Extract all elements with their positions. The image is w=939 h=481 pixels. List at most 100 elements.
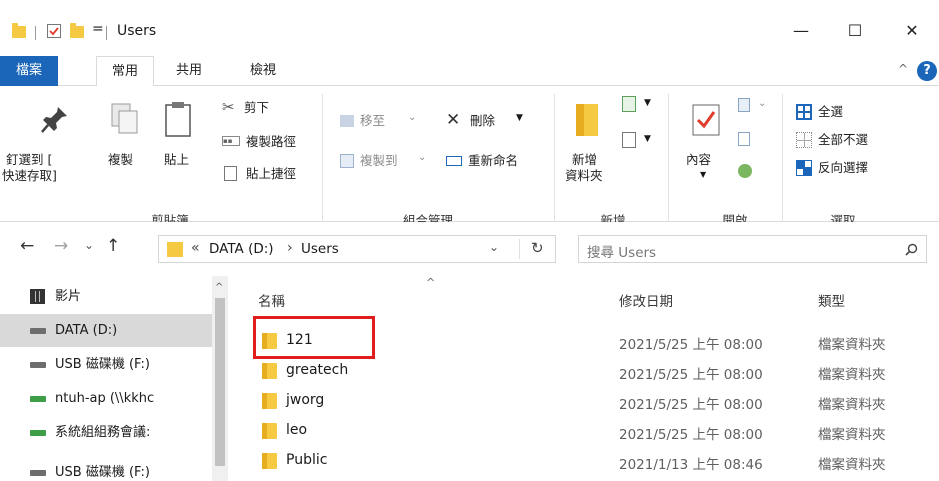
- file-date: 2021/5/25 上午 08:00: [619, 397, 763, 413]
- title-bar: = Users — ☐ ✕: [0, 0, 939, 56]
- new-folder-qat-icon[interactable]: [70, 23, 84, 38]
- nav-scrollbar[interactable]: ^: [212, 276, 228, 481]
- edit-button[interactable]: [738, 132, 768, 154]
- folder-shade: [576, 104, 584, 136]
- scrollbar-thumb[interactable]: [215, 298, 225, 466]
- paste-shortcut-label: 貼上捷徑: [246, 166, 297, 181]
- maximize-button[interactable]: ☐: [832, 16, 878, 46]
- file-type: 檔案資料夾: [818, 427, 886, 443]
- delete-button[interactable]: ✕ 刪除 ▼: [446, 110, 536, 134]
- search-icon[interactable]: [905, 243, 918, 256]
- nav-item-network-drive[interactable]: ntuh-ap (\\kkhc: [0, 382, 212, 415]
- select-none-button[interactable]: 全部不選: [796, 130, 906, 152]
- breadcrumb-users[interactable]: Users: [301, 241, 339, 257]
- select-all-button[interactable]: 全選: [796, 102, 896, 124]
- nav-item-videos[interactable]: 影片: [0, 280, 212, 313]
- tab-home[interactable]: 常用: [96, 56, 154, 87]
- search-placeholder: 搜尋 Users: [587, 245, 657, 261]
- divider: [668, 94, 669, 222]
- help-icon[interactable]: ?: [917, 61, 937, 81]
- copy-button[interactable]: 複製: [104, 86, 150, 204]
- address-bar[interactable]: « DATA (D:) › Users ⌄ ↻: [158, 235, 556, 263]
- file-date: 2021/1/13 上午 08:46: [619, 457, 763, 473]
- open-button[interactable]: ⌄: [738, 98, 778, 120]
- copy-path-label: 複製路徑: [246, 134, 297, 149]
- properties-button[interactable]: 內容 ▼: [676, 86, 736, 204]
- new-folder-button[interactable]: 新增 資料夾: [560, 86, 620, 204]
- address-dropdown-icon[interactable]: ⌄: [489, 240, 499, 254]
- recent-locations-chevron-icon[interactable]: ⌄: [84, 238, 94, 252]
- paste-shortcut-button[interactable]: 貼上捷徑: [220, 164, 320, 186]
- path-overflow[interactable]: «: [191, 240, 200, 256]
- refresh-icon[interactable]: ↻: [531, 239, 544, 257]
- select-none-icon: [796, 132, 812, 148]
- delete-x-icon: ✕: [446, 110, 461, 130]
- copy-to-button[interactable]: 複製到 ⌄: [340, 152, 430, 174]
- pin-label-line2: 快速存取]: [2, 168, 57, 183]
- cut-button[interactable]: ✂ 剪下: [220, 98, 310, 120]
- up-arrow-icon[interactable]: ↑: [106, 236, 120, 256]
- paste-shortcut-icon: [224, 166, 237, 181]
- scroll-up-icon[interactable]: ^: [215, 282, 223, 293]
- table-row[interactable]: greatech 2021/5/25 上午 08:00 檔案資料夾: [228, 356, 939, 386]
- properties-label: 內容: [686, 152, 712, 167]
- breadcrumb-chevron[interactable]: ›: [287, 240, 293, 256]
- folder-icon: [167, 242, 183, 257]
- table-row[interactable]: jworg 2021/5/25 上午 08:00 檔案資料夾: [228, 386, 939, 416]
- nav-item-network-share[interactable]: 系統組組務會議:: [0, 416, 212, 449]
- close-button[interactable]: ✕: [889, 16, 935, 46]
- copy-path-icon: ▪▪: [222, 136, 240, 146]
- nav-item-usb-drive-2[interactable]: USB 磁碟機 (F:): [0, 456, 212, 481]
- back-arrow-icon[interactable]: ←: [20, 236, 34, 256]
- search-input[interactable]: 搜尋 Users: [578, 235, 927, 263]
- divider: [106, 26, 107, 40]
- tab-view[interactable]: 檢視: [238, 56, 288, 86]
- table-row[interactable]: leo 2021/5/25 上午 08:00 檔案資料夾: [228, 416, 939, 446]
- easy-access-icon: [622, 132, 636, 148]
- history-button[interactable]: [738, 164, 768, 186]
- nav-item-data-drive[interactable]: DATA (D:): [0, 314, 212, 347]
- paste-button[interactable]: 貼上: [154, 86, 200, 204]
- file-date: 2021/5/25 上午 08:00: [619, 337, 763, 353]
- copy-to-icon: [340, 154, 354, 168]
- invert-selection-label: 反向選擇: [818, 160, 869, 175]
- table-row[interactable]: Public 2021/1/13 上午 08:46 檔案資料夾: [228, 446, 939, 476]
- tab-share[interactable]: 共用: [164, 56, 214, 86]
- folder-app-icon: [12, 23, 26, 38]
- file-type: 檔案資料夾: [818, 337, 886, 353]
- select-all-icon: [796, 104, 812, 120]
- breadcrumb-data-drive[interactable]: DATA (D:): [209, 241, 274, 257]
- file-date: 2021/5/25 上午 08:00: [619, 367, 763, 383]
- nav-item-label: 影片: [55, 289, 82, 304]
- properties-qat-icon[interactable]: [47, 24, 61, 38]
- forward-arrow-icon[interactable]: →: [54, 236, 68, 256]
- pin-quick-access-button[interactable]: 釘選到 [ 快速存取]: [0, 86, 110, 204]
- qat-dropdown-icon[interactable]: =: [92, 21, 104, 37]
- nav-item-usb-drive[interactable]: USB 磁碟機 (F:): [0, 348, 212, 381]
- column-header-type[interactable]: 類型: [818, 290, 845, 310]
- rename-button[interactable]: 重新命名: [446, 152, 546, 174]
- file-type: 檔案資料夾: [818, 457, 886, 473]
- folder-icon: [262, 423, 277, 439]
- copy-icon: [111, 103, 138, 134]
- navigation-pane: 影片 DATA (D:) USB 磁碟機 (F:) ntuh-ap (\\kkh…: [0, 276, 228, 481]
- invert-selection-button[interactable]: 反向選擇: [796, 158, 906, 180]
- minimize-button[interactable]: —: [778, 16, 824, 46]
- chevron-down-icon: ▼: [516, 113, 523, 123]
- move-to-button[interactable]: 移至 ⌄: [340, 112, 430, 134]
- new-folder-label-line2: 資料夾: [565, 168, 603, 183]
- column-header-name[interactable]: 名稱: [258, 290, 285, 310]
- chevron-down-icon: ⌄: [418, 152, 427, 163]
- column-header-date[interactable]: 修改日期: [619, 290, 673, 310]
- edit-icon: [738, 132, 750, 146]
- new-folder-label-line1: 新增: [572, 152, 598, 167]
- scissors-icon: ✂: [222, 98, 235, 116]
- copy-path-button[interactable]: ▪▪ 複製路徑: [220, 132, 320, 154]
- new-item-button[interactable]: ▼: [622, 96, 662, 122]
- new-item-icon: [622, 96, 636, 112]
- easy-access-button[interactable]: ▼: [622, 132, 662, 158]
- ribbon-tabs: 檔案 常用 共用 檢視 ^ ?: [0, 56, 939, 87]
- collapse-ribbon-icon[interactable]: ^: [898, 62, 908, 76]
- tab-file[interactable]: 檔案: [0, 56, 58, 86]
- divider: [35, 26, 36, 40]
